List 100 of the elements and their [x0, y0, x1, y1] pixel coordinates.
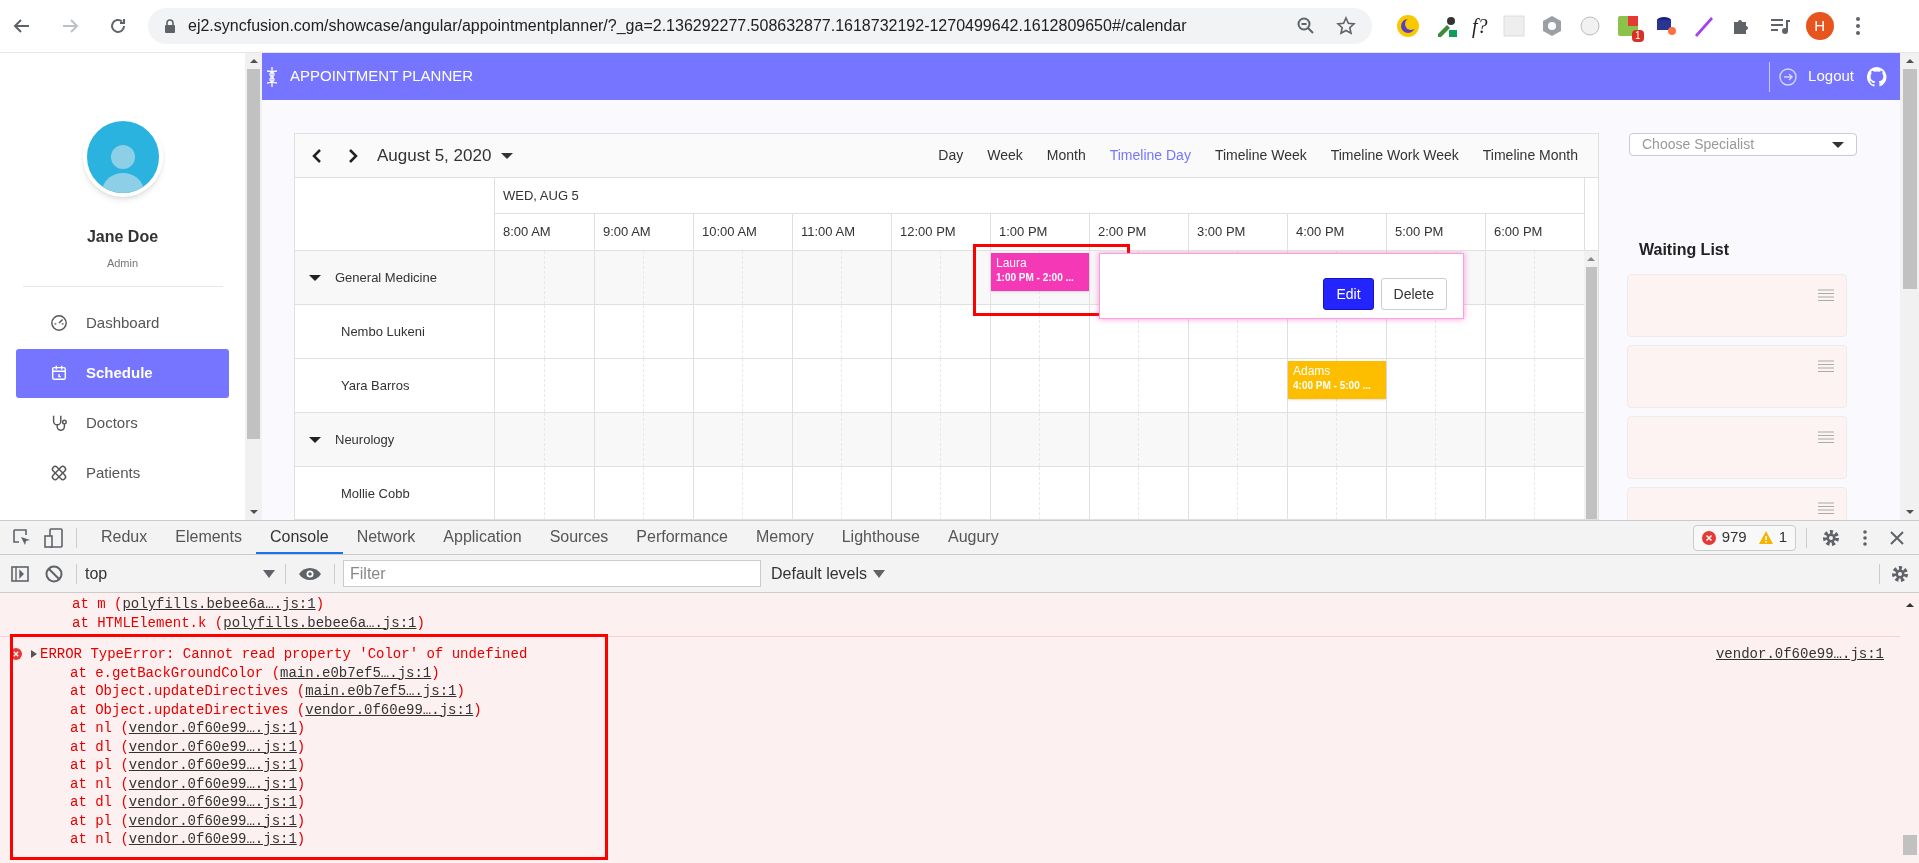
devtools-tab[interactable]: Performance [622, 521, 742, 554]
devtools-tab[interactable]: Application [429, 521, 536, 554]
date-picker-button[interactable]: August 5, 2020 [377, 142, 514, 169]
expand-triangle-icon[interactable] [30, 650, 38, 659]
devtools-tab[interactable]: Memory [741, 521, 828, 554]
devtools-tab[interactable]: Redux [87, 521, 162, 554]
source-link[interactable]: vendor.0f60e99….js:1 [128, 757, 297, 773]
nav-item[interactable]: Schedule [16, 348, 229, 398]
nav-item[interactable]: Dashboard [16, 298, 229, 348]
stack-trace-line: at e.getBackGroundColor (main.e0b7ef5….js:1) [69, 663, 441, 682]
collapse-caret-icon[interactable] [309, 273, 321, 282]
resource-label: Yara Barros [341, 376, 410, 395]
source-link[interactable]: polyfills.bebee6a….js:1 [122, 596, 316, 612]
scrollbar-thumb[interactable] [247, 69, 260, 439]
source-link[interactable]: polyfills.bebee6a….js:1 [223, 614, 417, 631]
previous-icon[interactable] [311, 147, 323, 164]
devtools-tab[interactable]: Sources [535, 521, 623, 554]
next-icon[interactable] [347, 147, 359, 164]
user-name: Jane Doe [86, 227, 159, 247]
source-link[interactable]: vendor.0f60e99….js:1 [128, 831, 297, 847]
extension-text-icon[interactable]: f? [1472, 11, 1488, 41]
levels-dropdown[interactable]: Default levels [771, 561, 886, 586]
caret-icon [263, 569, 275, 578]
stack-trace-line: at m (polyfills.bebee6a….js:1) [71, 595, 326, 614]
drag-handle-icon[interactable] [1818, 431, 1834, 443]
error-icon [1701, 530, 1716, 545]
devtools-tab[interactable]: Elements [161, 521, 256, 554]
view-tab[interactable]: Day [926, 145, 976, 166]
moon-extension-icon[interactable] [1396, 14, 1420, 38]
page-scrollbar[interactable] [1900, 53, 1919, 520]
source-link[interactable]: vendor.0f60e99….js:1 [128, 738, 297, 755]
devtools-tab[interactable]: Lighthouse [827, 521, 934, 554]
caret-icon [501, 151, 514, 160]
stack-trace-line: at pl (vendor.0f60e99….js:1) [69, 756, 307, 775]
issues-counter[interactable]: 979 1 [1692, 524, 1796, 551]
zoom-icon[interactable] [1296, 16, 1316, 36]
view-tab[interactable]: Timeline Month [1470, 145, 1590, 166]
sidebar-toggle-icon[interactable] [10, 563, 30, 584]
devtools-tab[interactable]: Augury [934, 521, 1013, 554]
resource-label: Mollie Cobb [341, 484, 410, 503]
scroll-down-icon[interactable] [1905, 508, 1914, 516]
scrollbar-thumb[interactable] [1902, 69, 1917, 289]
source-link[interactable]: vendor.0f60e99….js:1 [128, 720, 297, 736]
time-label: 11:00 AM [792, 214, 891, 250]
tile-extension-icon[interactable] [1615, 14, 1640, 38]
source-link[interactable]: main.e0b7ef5….js:1 [280, 664, 432, 681]
devtools-tab[interactable]: Network [342, 521, 430, 554]
drag-handle-icon[interactable] [1818, 289, 1834, 301]
scroll-down-icon[interactable] [249, 508, 258, 516]
reload-icon[interactable] [108, 16, 128, 36]
view-tab[interactable]: Timeline Day [1097, 145, 1203, 166]
view-tab[interactable]: Timeline Work Week [1318, 145, 1471, 166]
time-label: 1:00 PM [990, 214, 1089, 250]
source-link[interactable]: vendor.0f60e99….js:1 [305, 701, 474, 718]
device-toolbar-icon[interactable] [44, 527, 64, 548]
source-link[interactable]: vendor.0f60e99….js:1 [128, 775, 297, 792]
delete-button[interactable]: Delete [1380, 278, 1447, 310]
sidebar-scrollbar[interactable] [245, 53, 262, 520]
context-selector[interactable]: top [85, 561, 275, 586]
drag-handle-icon[interactable] [1818, 502, 1834, 514]
filter-field[interactable]: Filter [343, 560, 761, 587]
time-label: 10:00 AM [693, 214, 792, 250]
clear-console-icon[interactable] [44, 563, 64, 584]
app-title: APPOINTMENT PLANNER [290, 66, 474, 87]
collapse-caret-icon[interactable] [309, 435, 321, 444]
scroll-up-icon[interactable] [1905, 601, 1914, 609]
address-bar[interactable]: ej2.syncfusion.com/showcase/angular/appointmentplanner/?_ga=2.136292277.508632877.1618732192-1270499642.1612809650#/calendar [148, 8, 1372, 44]
github-icon[interactable] [1866, 65, 1888, 88]
user-role: Admin [106, 256, 139, 271]
nav-item[interactable]: Doctors [16, 398, 229, 448]
logout-button[interactable]: Logout [1778, 65, 1854, 88]
stack-trace-line: at HTMLElement.k (polyfills.bebee6a….js:1) [71, 613, 426, 632]
nav-item[interactable]: Patients [16, 448, 229, 498]
time-label: 3:00 PM [1188, 214, 1287, 250]
settings-icon[interactable] [1890, 563, 1910, 584]
view-tab[interactable]: Week [975, 145, 1035, 166]
stethoscope-icon [50, 414, 68, 432]
resource-label: Nembo Lukeni [341, 322, 425, 341]
time-label: 12:00 PM [891, 214, 990, 250]
source-link[interactable]: vendor.0f60e99….js:1 [1715, 645, 1884, 664]
grid-scrollbar[interactable] [1584, 251, 1598, 519]
view-tab[interactable]: Month [1034, 145, 1098, 166]
edit-button[interactable]: Edit [1323, 278, 1374, 310]
profile-avatar[interactable]: H [1805, 12, 1834, 40]
source-link[interactable]: vendor.0f60e99….js:1 [128, 812, 297, 829]
scrollbar-thumb[interactable] [1902, 835, 1917, 855]
view-tab[interactable]: Timeline Week [1202, 145, 1319, 166]
source-link[interactable]: vendor.0f60e99….js:1 [128, 794, 297, 810]
scroll-up-icon[interactable] [249, 57, 258, 65]
time-label: 9:00 AM [594, 214, 693, 250]
close-icon[interactable] [1889, 529, 1905, 546]
lock-icon [164, 18, 176, 34]
scroll-up-icon[interactable] [1905, 57, 1914, 65]
drag-handle-icon[interactable] [1818, 360, 1834, 372]
error-message: ERROR TypeError: Cannot read property 'Color' of undefined [40, 645, 528, 664]
settings-icon[interactable] [1821, 527, 1841, 548]
bandage-icon [50, 464, 68, 482]
source-link[interactable]: main.e0b7ef5….js:1 [305, 683, 457, 699]
star-icon[interactable] [1336, 16, 1356, 36]
scrollbar-thumb[interactable] [1585, 267, 1597, 519]
